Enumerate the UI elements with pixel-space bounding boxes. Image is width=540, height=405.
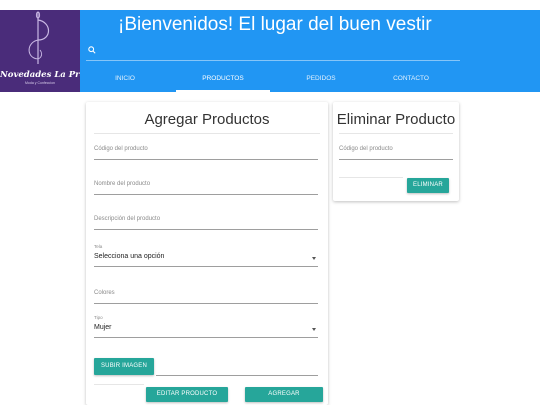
tab-productos[interactable]: PRODUCTOS (176, 70, 270, 92)
card-divider (94, 133, 320, 134)
edit-product-button[interactable]: EDITAR PRODUCTO (146, 387, 228, 402)
delete-product-card: Eliminar Producto Código del producto EL… (333, 102, 459, 201)
fabric-select[interactable]: Tela Selecciona una opción (94, 244, 318, 268)
colors-field[interactable]: Colores (94, 290, 318, 306)
caret-down-icon (312, 328, 316, 331)
product-description-field[interactable]: Descripción del producto (94, 216, 318, 232)
search-underline (86, 60, 460, 61)
fabric-label: Tela (94, 244, 103, 249)
search-input[interactable] (100, 43, 460, 57)
upload-image-button[interactable]: SUBIR IMAGEN (94, 358, 154, 375)
delete-code-placeholder: Código del producto (339, 146, 393, 152)
card-divider (339, 133, 453, 134)
tab-pedidos[interactable]: PEDIDOS (276, 70, 366, 92)
main-nav: INICIO PRODUCTOS PEDIDOS CONTACTO (80, 70, 540, 92)
search-icon[interactable] (88, 46, 96, 54)
product-description-placeholder: Descripción del producto (94, 216, 161, 222)
needle-thread-icon (28, 11, 50, 64)
delete-button[interactable]: ELIMINAR (407, 178, 449, 193)
page-title: ¡Bienvenidos! El lugar del buen vestir (118, 14, 432, 35)
add-product-title: Agregar Productos (144, 111, 270, 128)
brand-logo: Novedades La Presa Moda y Confeccion (0, 10, 96, 92)
type-label: Tipo (94, 315, 103, 320)
add-product-card: Agregar Productos Código del producto No… (86, 102, 328, 405)
product-name-field[interactable]: Nombre del producto (94, 181, 318, 197)
tab-contacto[interactable]: CONTACTO (366, 70, 456, 92)
caret-down-icon (312, 257, 316, 260)
colors-placeholder: Colores (94, 290, 115, 296)
file-path-underline (156, 375, 318, 376)
delete-code-field[interactable]: Código del producto (339, 146, 453, 162)
header-bar: ¡Bienvenidos! El lugar del buen vestir I… (80, 10, 540, 92)
type-value: Mujer (94, 324, 112, 331)
brand-name: Novedades La Presa (0, 70, 96, 80)
fabric-value: Selecciona una opción (94, 253, 165, 260)
delete-product-title: Eliminar Producto (336, 111, 456, 128)
tab-inicio[interactable]: INICIO (80, 70, 170, 92)
add-product-button[interactable]: AGREGAR (245, 387, 323, 402)
product-code-placeholder: Código del producto (94, 146, 148, 152)
type-select[interactable]: Tipo Mujer (94, 315, 318, 339)
product-name-placeholder: Nombre del producto (94, 181, 151, 187)
product-code-field[interactable]: Código del producto (94, 146, 318, 162)
brand-tagline: Moda y Confeccion (25, 81, 55, 85)
